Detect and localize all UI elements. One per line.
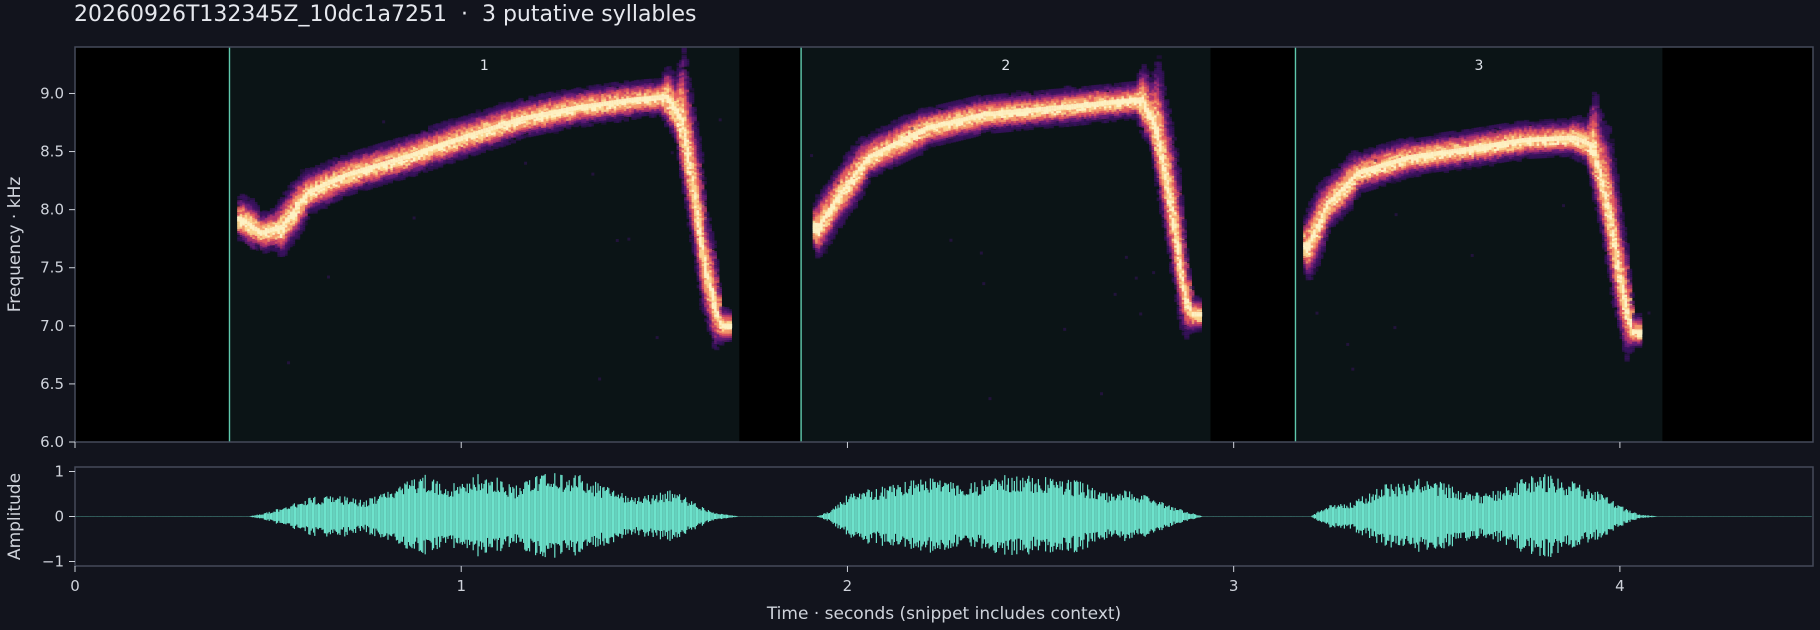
noise-cell — [591, 172, 595, 176]
spectrogram-cell — [709, 231, 715, 235]
spectrogram-cell — [518, 97, 524, 102]
spectrogram-cell — [475, 109, 481, 113]
spectrogram-cell — [827, 240, 833, 245]
noise-cell — [524, 161, 528, 165]
noise-cell — [412, 216, 416, 220]
spectrogram-cell — [422, 169, 429, 173]
spectrogram-cell — [701, 206, 707, 210]
spectrogram-cell — [686, 77, 692, 82]
spectrogram-cell — [254, 205, 260, 209]
spectrogram-cell — [689, 88, 695, 92]
noise-cell — [615, 238, 619, 242]
noise-cell — [718, 118, 722, 122]
spectrogram-cell — [510, 139, 517, 144]
spectrogram-cell — [699, 151, 705, 156]
noise-cell — [428, 160, 432, 164]
spectrogram-cell — [387, 140, 394, 144]
spectrogram-cell — [691, 106, 697, 111]
spectrogram-cell — [716, 282, 722, 287]
spectrogram-cell — [588, 122, 594, 127]
spectrogram-cell — [686, 81, 692, 86]
spectrogram-cell — [689, 92, 695, 96]
spectrogram-cell — [706, 217, 712, 222]
spectrogram-cell — [488, 147, 494, 151]
spectrogram-cell — [714, 258, 720, 263]
noise-cell — [255, 247, 259, 251]
spectrogram-cell — [711, 240, 717, 245]
spectrogram-cell — [302, 221, 308, 226]
spectrogram-cell — [505, 141, 512, 146]
spectrogram-cell — [450, 117, 456, 122]
spectrogram-cell — [701, 176, 707, 181]
spectrogram-cell — [304, 216, 311, 220]
spectrogram-cell — [603, 83, 609, 87]
spectrogram-cell — [714, 346, 720, 351]
spectrogram-cell — [648, 78, 655, 83]
spectrogram-cell — [556, 90, 562, 94]
spectrogram-cell — [696, 142, 702, 147]
spectrogram-cell — [714, 273, 720, 278]
spectrogram-cell — [623, 117, 630, 122]
syllable-1 — [228, 47, 740, 442]
spectrogram-cell — [699, 158, 705, 162]
spectrogram-cell — [822, 250, 828, 254]
spectrogram-cell — [244, 196, 250, 201]
spectrogram-cell — [711, 250, 717, 255]
spectrogram-cell — [684, 58, 690, 63]
noise-cell — [670, 151, 674, 155]
spectrogram-cell — [704, 211, 710, 216]
noise-cell — [655, 336, 659, 340]
spectrogram-cell — [701, 201, 707, 206]
noise-cell — [382, 120, 386, 124]
spectrogram-cell — [671, 71, 677, 75]
spectrogram-cell — [694, 120, 700, 125]
spectrogram-cell — [520, 134, 527, 139]
spectrogram-cell — [711, 244, 717, 249]
spectrogram-cell — [666, 66, 672, 70]
noise-cell — [287, 361, 291, 365]
spectrogram-cell — [699, 168, 705, 173]
syllable-2 — [800, 47, 1211, 442]
noise-cell — [627, 237, 631, 241]
spectrogram-cell — [684, 71, 690, 75]
spectrogram-cell — [691, 113, 697, 117]
spectrogram-cell — [726, 309, 732, 313]
chart-canvas: 1 2 36.06.57.07.58.08.59.0Frequency · kHz1… — [5, 46, 1814, 624]
spectrogram-cell — [498, 102, 504, 106]
spectrogram-cell — [845, 212, 851, 217]
spectrogram-cell — [252, 201, 258, 206]
contour-ridge — [726, 323, 733, 329]
spectrogram-cell — [694, 126, 700, 131]
syllable-label: 1 — [480, 58, 489, 74]
noise-cell — [327, 275, 331, 279]
spectrogram-cell — [822, 245, 828, 250]
spectrogram-cell — [701, 189, 707, 193]
spectrogram-cell — [696, 136, 702, 140]
spectrogram-cell — [322, 205, 328, 210]
spectrogram-cell — [249, 198, 255, 202]
noise-cell — [598, 377, 602, 381]
spectrogram-cell — [716, 286, 722, 291]
spectrogram-cell — [681, 54, 687, 59]
spectrogram-cell — [701, 181, 707, 185]
spectrogram-cell — [706, 223, 712, 228]
